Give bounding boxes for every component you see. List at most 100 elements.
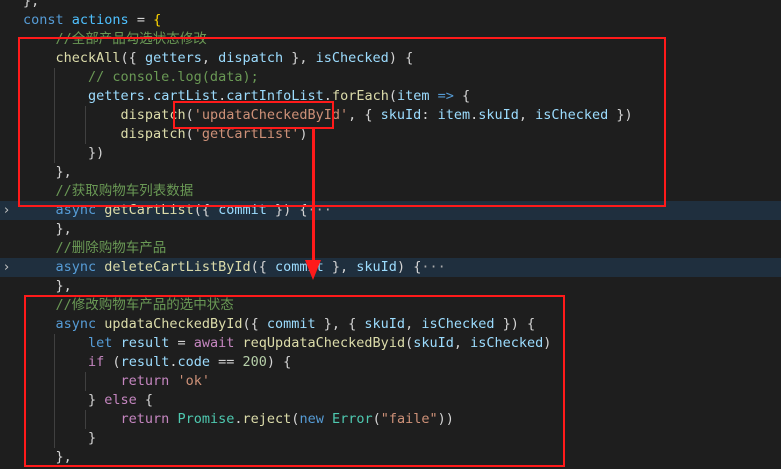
code-token: dispatch (218, 50, 284, 66)
code-token: forEach (331, 88, 389, 104)
code-token: }, (23, 449, 72, 465)
fold-chevron-icon[interactable]: › (4, 258, 9, 277)
code-token: isChecked (315, 50, 389, 66)
code-token: await (193, 335, 235, 351)
code-line[interactable]: }, (0, 163, 781, 182)
line-gutter (0, 163, 20, 182)
code-token: async (55, 316, 97, 332)
code-token: } (23, 430, 97, 446)
code-token: code (177, 354, 210, 370)
code-line[interactable]: //全部产品勾选状态修改 (0, 30, 781, 49)
code-token: } (23, 392, 105, 408)
folded-code-line[interactable]: › async deleteCartListById({ commit }, s… (0, 258, 781, 277)
code-editor[interactable]: }; const actions = { //全部产品勾选状态修改 checkAl… (0, 0, 781, 469)
code-token: }, { (315, 316, 365, 332)
code-token: }; (23, 0, 40, 9)
code-token: else (104, 392, 137, 408)
code-line[interactable]: } else { (0, 391, 781, 410)
line-gutter (0, 277, 20, 296)
code-line[interactable]: }; (0, 0, 781, 11)
code-token: ) { (266, 354, 292, 370)
code-line[interactable]: dispatch('updataCheckedById', { skuId: i… (0, 106, 781, 125)
code-line[interactable]: }, (0, 220, 781, 239)
code-line[interactable]: } (0, 429, 781, 448)
code-text: } (23, 429, 96, 448)
code-token: ) { (388, 50, 414, 66)
line-gutter (0, 410, 20, 429)
line-gutter (0, 49, 20, 68)
folded-ellipsis-icon[interactable]: ··· (421, 259, 445, 275)
line-gutter (0, 315, 20, 334)
code-line[interactable]: }) (0, 144, 781, 163)
code-line[interactable]: }, (0, 277, 781, 296)
code-token: cartInfoList (226, 88, 324, 104)
code-text: }; (23, 0, 39, 11)
code-token: reqUpdataCheckedByid (242, 335, 406, 351)
code-token: ( (104, 354, 121, 370)
code-token: )) (437, 411, 454, 427)
code-text: }, (23, 277, 72, 296)
code-text: if (result.code == 200) { (23, 353, 291, 372)
line-gutter (0, 448, 20, 467)
code-text: }, (23, 163, 72, 182)
code-line[interactable]: const actions = { (0, 11, 781, 30)
code-line[interactable]: let result = await reqUpdataCheckedByid(… (0, 334, 781, 353)
code-token: . (234, 411, 243, 427)
code-token: , (405, 316, 422, 332)
code-token: ( (405, 335, 414, 351)
annotation-arrow-head-icon (305, 260, 321, 280)
code-text: //删除购物车产品 (23, 239, 167, 258)
line-gutter: › (0, 201, 20, 220)
code-line[interactable]: //修改购物车产品的选中状态 (0, 296, 781, 315)
code-token: }) (608, 107, 633, 123)
code-line[interactable]: checkAll({ getters, dispatch }, isChecke… (0, 49, 781, 68)
code-token: }) { (266, 202, 308, 218)
line-gutter (0, 220, 20, 239)
code-line[interactable]: dispatch('getCartList') (0, 125, 781, 144)
code-token: ) { (396, 259, 422, 275)
code-token: if (88, 354, 105, 370)
code-line[interactable]: return 'ok' (0, 372, 781, 391)
code-line[interactable]: //删除购物车产品 (0, 239, 781, 258)
code-line[interactable]: async updataCheckedById({ commit }, { sk… (0, 315, 781, 334)
line-gutter (0, 144, 20, 163)
code-line[interactable]: }, (0, 448, 781, 467)
code-token: ({ (250, 259, 275, 275)
code-text: return Promise.reject(new Error("faile")… (23, 410, 454, 429)
line-gutter (0, 125, 20, 144)
code-token: ( (185, 126, 194, 142)
folded-code-line[interactable]: › async getCartList({ commit }) {··· (0, 201, 781, 220)
code-line[interactable]: return Promise.reject(new Error("faile")… (0, 410, 781, 429)
fold-chevron-icon[interactable]: › (4, 201, 9, 220)
code-line[interactable]: // console.log(data); (0, 68, 781, 87)
code-text: //获取购物车列表数据 (23, 182, 194, 201)
code-line[interactable]: //获取购物车列表数据 (0, 182, 781, 201)
line-gutter (0, 106, 20, 125)
code-text: }, (23, 220, 72, 239)
code-token: { (453, 88, 471, 104)
code-token: dispatch (120, 126, 186, 142)
code-token: reject (242, 411, 292, 427)
code-text: }, (23, 448, 72, 467)
code-token: }, (283, 50, 316, 66)
code-line[interactable]: if (result.code == 200) { (0, 353, 781, 372)
line-gutter (0, 334, 20, 353)
code-token: { (153, 12, 162, 28)
code-line[interactable]: getters.cartList.cartInfoList.forEach(it… (0, 87, 781, 106)
code-token: // console.log(data); (23, 69, 259, 85)
code-token: . (144, 88, 154, 104)
code-token: { (136, 392, 154, 408)
line-gutter (0, 182, 20, 201)
code-token: isChecked (470, 335, 544, 351)
line-gutter (0, 239, 20, 258)
code-token: //修改购物车产品的选中状态 (23, 297, 234, 313)
line-gutter (0, 30, 20, 49)
